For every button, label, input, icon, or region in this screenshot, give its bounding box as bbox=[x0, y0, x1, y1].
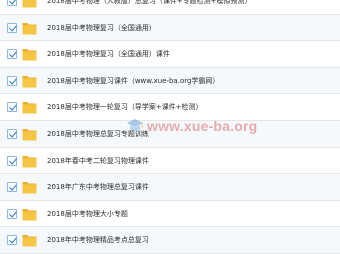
file-name: 2018届中考物理一轮复习（导学案+课件+检测） bbox=[47, 103, 203, 112]
row-checkbox[interactable] bbox=[7, 75, 17, 86]
file-name: 2018届中考物理复习课件（www.xue-ba.org学霸网） bbox=[47, 76, 220, 85]
folder-icon bbox=[22, 75, 37, 88]
file-name: 2018年广东中考物理总复习课件 bbox=[47, 183, 149, 192]
row-checkbox[interactable] bbox=[7, 235, 17, 246]
folder-icon bbox=[22, 155, 37, 168]
row-checkbox[interactable] bbox=[7, 155, 17, 166]
file-name: 2018年中考物理精品考点总复习 bbox=[47, 236, 149, 245]
row-checkbox[interactable] bbox=[7, 0, 17, 6]
folder-icon bbox=[22, 0, 37, 8]
row-checkbox[interactable] bbox=[7, 102, 17, 113]
file-row[interactable]: 2018届中考物理一轮复习（导学案+课件+检测） bbox=[0, 94, 340, 121]
file-row[interactable]: 2018届中考物理复习（全国通用） bbox=[0, 14, 340, 42]
file-row[interactable]: 2018届中考物理复习（全国通用）课件 bbox=[0, 41, 340, 68]
row-checkbox[interactable] bbox=[7, 182, 17, 193]
folder-icon bbox=[22, 49, 37, 61]
file-row[interactable]: 2018年中考物理精品考点总复习 bbox=[0, 227, 340, 254]
file-row[interactable]: 2018年春中考二轮复习物理课件 bbox=[0, 147, 340, 175]
row-checkbox[interactable] bbox=[7, 208, 17, 219]
file-list: 2018届中考物理（人教版）总复习（课件+专题检测+模拟预测） 2018届中考物… bbox=[0, 0, 340, 254]
folder-icon bbox=[22, 22, 37, 35]
file-name: 2018届中考物理复习（全国通用）课件 bbox=[47, 50, 170, 59]
folder-icon bbox=[22, 235, 37, 247]
folder-icon bbox=[22, 182, 37, 194]
folder-icon bbox=[22, 102, 37, 114]
file-name: 2018届中考物理（人教版）总复习（课件+专题检测+模拟预测） bbox=[47, 0, 252, 5]
file-row[interactable]: 2018届中考物理大小专题 bbox=[0, 200, 340, 228]
file-row[interactable]: 2018届中考物理（人教版）总复习（课件+专题检测+模拟预测） bbox=[0, 0, 340, 15]
row-checkbox[interactable] bbox=[7, 22, 17, 33]
file-name: 2018届中考物理复习（全国通用） bbox=[47, 23, 156, 32]
file-row[interactable]: 2018届中考物理总复习专题训练 bbox=[0, 120, 340, 148]
file-row[interactable]: 2018年广东中考物理总复习课件 bbox=[0, 174, 340, 201]
file-row[interactable]: 2018届中考物理复习课件（www.xue-ba.org学霸网） bbox=[0, 67, 340, 95]
file-name: 2018年春中考二轮复习物理课件 bbox=[47, 156, 149, 165]
file-name: 2018届中考物理大小专题 bbox=[47, 209, 128, 218]
row-checkbox[interactable] bbox=[7, 49, 17, 60]
folder-icon bbox=[22, 128, 37, 141]
folder-icon bbox=[22, 208, 37, 221]
row-checkbox[interactable] bbox=[7, 128, 17, 139]
file-name: 2018届中考物理总复习专题训练 bbox=[47, 129, 149, 138]
